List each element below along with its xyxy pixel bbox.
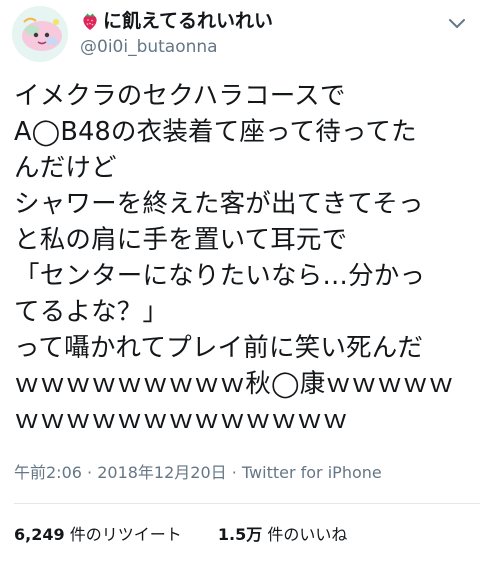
tweet-stats: 6,249 件のリツイート 1.5万 件のいいね — [14, 524, 347, 546]
tweet-text-line: ｗｗｗｗｗｗｗｗｗ秋◯康ｗｗｗｗｗ — [14, 369, 454, 399]
tweet-text-line: ｗｗｗｗｗｗｗｗｗｗｗｗｗ — [14, 405, 349, 435]
tweet-meta: 午前2:06 · 2018年12月20日 · Twitter for iPhon… — [14, 462, 382, 484]
tweet-text-line: シャワーを終えた客が出てきてそっ — [14, 189, 424, 219]
user-handle[interactable]: @0i0i_butaonna — [80, 36, 218, 58]
tweet-text-line: 「センターになりたいなら…分かっ — [14, 261, 426, 291]
tweet-text: イメクラのセクハラコースで A◯B48の衣装着て座って待ってた んだけど シャワ… — [14, 78, 474, 438]
tweet-text-line: って囁かれてプレイ前に笑い死んだ — [14, 333, 424, 363]
avatar-illustration — [12, 6, 68, 62]
divider — [14, 503, 480, 504]
likes-label: 件のいいね — [267, 525, 348, 544]
tweet-time[interactable]: 午前2:06 — [14, 463, 82, 482]
chevron-down-icon[interactable] — [446, 12, 468, 34]
strawberry-icon — [83, 13, 97, 30]
avatar[interactable] — [12, 6, 68, 62]
retweets-label: 件のリツイート — [69, 525, 182, 544]
meta-separator: · — [87, 463, 98, 482]
retweets-link[interactable]: 6,249 件のリツイート — [14, 525, 187, 544]
display-name-row[interactable]: に飢えてるれいれい — [80, 9, 273, 33]
tweet-text-line: と私の肩に手を置いて耳元で — [14, 225, 348, 255]
tweet-text-line: イメクラのセクハラコースで — [14, 81, 346, 111]
tweet-text-line: てるよな？」 — [14, 297, 169, 327]
tweet-source[interactable]: Twitter for iPhone — [242, 463, 382, 482]
tweet-text-line: A◯B48の衣装着て座って待ってた — [14, 117, 417, 147]
meta-separator: · — [231, 463, 242, 482]
tweet-date[interactable]: 2018年12月20日 — [97, 463, 226, 482]
tweet-text-line: んだけど — [14, 153, 117, 183]
display-name: に飢えてるれいれい — [103, 10, 274, 32]
likes-link[interactable]: 1.5万 件のいいね — [218, 525, 347, 544]
likes-count: 1.5万 — [217, 525, 263, 544]
retweets-count: 6,249 — [14, 525, 65, 544]
